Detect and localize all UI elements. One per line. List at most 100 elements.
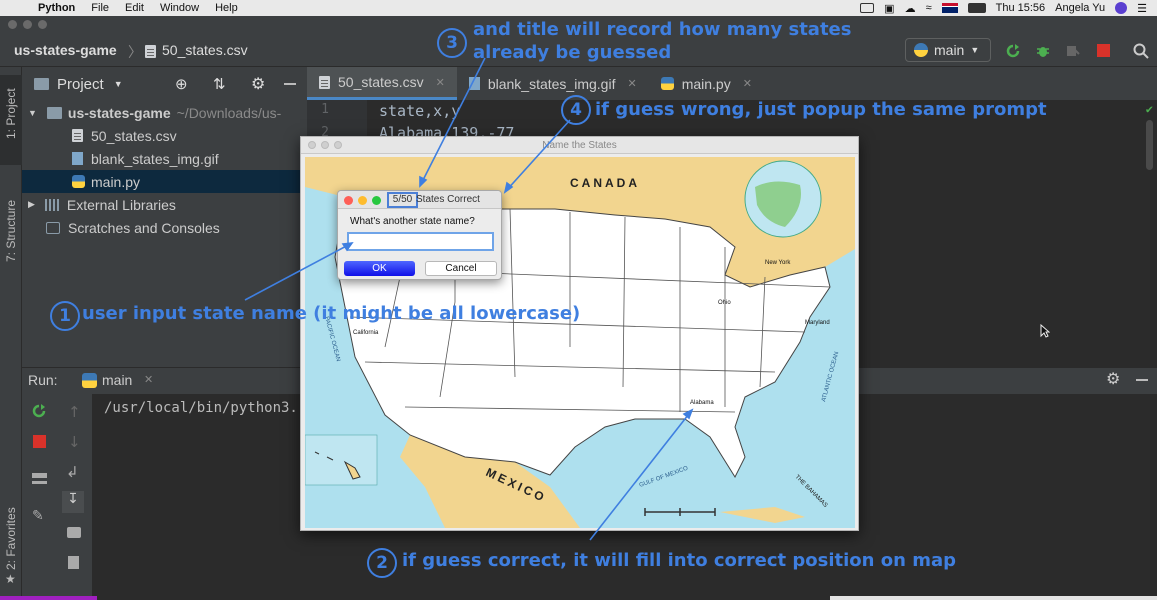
tool-tab-structure[interactable]: 7: Structure: [4, 200, 18, 262]
menu-app-python[interactable]: Python: [30, 2, 83, 14]
breadcrumb-project[interactable]: us-states-game: [14, 42, 117, 58]
cancel-button[interactable]: Cancel: [425, 261, 497, 276]
keyboard-flag-icon[interactable]: [941, 3, 958, 13]
map-label-california: California: [353, 330, 379, 336]
tree-external-libraries[interactable]: ▶ External Libraries: [22, 193, 307, 216]
debug-icon[interactable]: [1036, 44, 1050, 58]
gear-icon[interactable]: ⚙: [1106, 369, 1120, 389]
hide-panel-icon[interactable]: [284, 83, 296, 85]
tab-main-py[interactable]: main.py ✕: [649, 67, 764, 100]
scroll-to-end-icon[interactable]: ↧: [62, 491, 84, 513]
annotation-badge-2: 2: [367, 548, 397, 578]
control-center-icon[interactable]: ☰: [1137, 2, 1147, 15]
close-button[interactable]: [344, 196, 353, 205]
collapse-all-icon[interactable]: ⇅: [213, 75, 226, 93]
soft-wrap-icon[interactable]: ↲: [66, 463, 79, 481]
screenshot-root: Python File Edit Window Help ▣ ☁ ≈ Thu 1…: [0, 0, 1157, 600]
tree-file-gif[interactable]: blank_states_img.gif: [22, 147, 307, 170]
hide-panel-icon[interactable]: [1136, 379, 1148, 381]
tool-tab-project[interactable]: 1: Project: [4, 88, 18, 139]
minimize-button[interactable]: [358, 196, 367, 205]
search-icon[interactable]: [1133, 43, 1149, 59]
annotation-text-3b: already be guessed: [473, 42, 672, 63]
pin-icon[interactable]: ✎: [32, 508, 44, 524]
screen-record-icon[interactable]: [860, 3, 875, 13]
tree-file-main-py[interactable]: main.py: [22, 170, 307, 193]
gear-icon[interactable]: ⚙: [251, 74, 265, 94]
project-view-title[interactable]: Project: [57, 76, 104, 93]
dialog-titlebar: 5/50 States Correct: [338, 191, 501, 209]
map-label-ohio: Ohio: [718, 300, 731, 306]
wifi-icon[interactable]: ≈: [926, 2, 932, 14]
expand-arrow-icon[interactable]: ▶: [28, 199, 35, 210]
up-arrow-icon[interactable]: ↑: [68, 403, 81, 421]
zoom-button[interactable]: [372, 196, 381, 205]
menubar-user[interactable]: Angela Yu: [1055, 2, 1105, 14]
menubar-clock[interactable]: Thu 15:56: [996, 2, 1046, 14]
csv-file-icon: [72, 129, 83, 142]
mouse-pointer-icon: [1040, 324, 1050, 338]
battery-icon[interactable]: [967, 3, 986, 13]
tool-tab-favorites[interactable]: 2: Favorites: [4, 507, 18, 570]
console-output: /usr/local/bin/python3.: [104, 400, 298, 416]
cuba-land: [720, 507, 805, 523]
close-icon[interactable]: ✕: [627, 77, 636, 90]
editor-scrollbar[interactable]: [1146, 120, 1153, 170]
print-icon[interactable]: [67, 527, 81, 538]
tab-label: blank_states_img.gif: [487, 75, 616, 92]
notification-icon[interactable]: ▣: [884, 2, 894, 15]
close-icon[interactable]: ✕: [144, 373, 153, 386]
breadcrumb-separator: 〉: [128, 44, 142, 60]
csv-file-icon: [145, 45, 156, 58]
library-icon: [44, 198, 59, 211]
menu-file[interactable]: File: [83, 2, 117, 14]
rerun-icon[interactable]: [32, 404, 46, 418]
tab-blank-states-img[interactable]: blank_states_img.gif ✕: [457, 67, 649, 100]
tree-file-csv[interactable]: 50_states.csv: [22, 124, 307, 147]
run-side-toolbar: ✎ ↑ ↓ ↲ ↧: [22, 394, 92, 600]
stop-icon[interactable]: [33, 435, 46, 448]
annotation-text-3a: and title will record how many states: [473, 19, 852, 40]
breadcrumb-file[interactable]: 50_states.csv: [162, 42, 248, 58]
tree-file-label: 50_states.csv: [91, 127, 177, 144]
tree-scratches[interactable]: Scratches and Consoles: [22, 216, 307, 239]
down-arrow-icon[interactable]: ↓: [68, 433, 81, 451]
dialog-prompt: What's another state name?: [350, 216, 475, 227]
project-panel-header: Project ▼ ⊕ ⇅ ⚙: [22, 67, 307, 101]
map-scale: [644, 508, 716, 516]
coverage-icon[interactable]: [1066, 44, 1080, 58]
tab-50-states-csv[interactable]: 50_states.csv ✕: [307, 67, 457, 100]
run-config-tab[interactable]: main: [102, 372, 132, 388]
stop-icon[interactable]: [1097, 44, 1110, 57]
window-controls[interactable]: [8, 20, 47, 29]
annotation-text-4: if guess wrong, just popup the same prom…: [595, 99, 1047, 120]
locate-file-icon[interactable]: ⊕: [175, 75, 188, 93]
menu-help[interactable]: Help: [207, 2, 246, 14]
window-controls[interactable]: [308, 141, 342, 149]
layout-icon[interactable]: [32, 473, 47, 484]
tab-label: 50_states.csv: [338, 74, 424, 90]
rerun-icon[interactable]: [1006, 44, 1020, 58]
siri-icon[interactable]: [1115, 2, 1128, 14]
trash-icon[interactable]: [68, 556, 79, 569]
ok-button[interactable]: OK: [344, 261, 415, 276]
inspection-ok-icon[interactable]: ✔: [1146, 102, 1153, 116]
menu-window[interactable]: Window: [152, 2, 207, 14]
menu-edit[interactable]: Edit: [117, 2, 152, 14]
favorites-star-icon[interactable]: ★: [5, 572, 16, 586]
tree-scratches-label: Scratches and Consoles: [68, 219, 220, 236]
expand-arrow-icon[interactable]: ▼: [28, 108, 37, 118]
close-icon[interactable]: ✕: [743, 77, 752, 90]
tree-external-label: External Libraries: [66, 196, 176, 213]
chevron-down-icon[interactable]: ▼: [114, 79, 123, 89]
cloud-icon[interactable]: ☁: [905, 2, 916, 15]
image-file-icon: [468, 77, 480, 90]
tree-root-folder[interactable]: ▼ us-states-game ~/Downloads/us-: [22, 101, 307, 124]
window-controls[interactable]: [344, 196, 381, 205]
close-icon[interactable]: ✕: [436, 76, 445, 89]
run-config-selector[interactable]: main ▼: [905, 38, 991, 62]
map-label-canada: CANADA: [570, 176, 640, 190]
state-name-input[interactable]: [347, 232, 494, 251]
python-file-icon: [660, 77, 674, 90]
csv-file-icon: [319, 75, 330, 89]
